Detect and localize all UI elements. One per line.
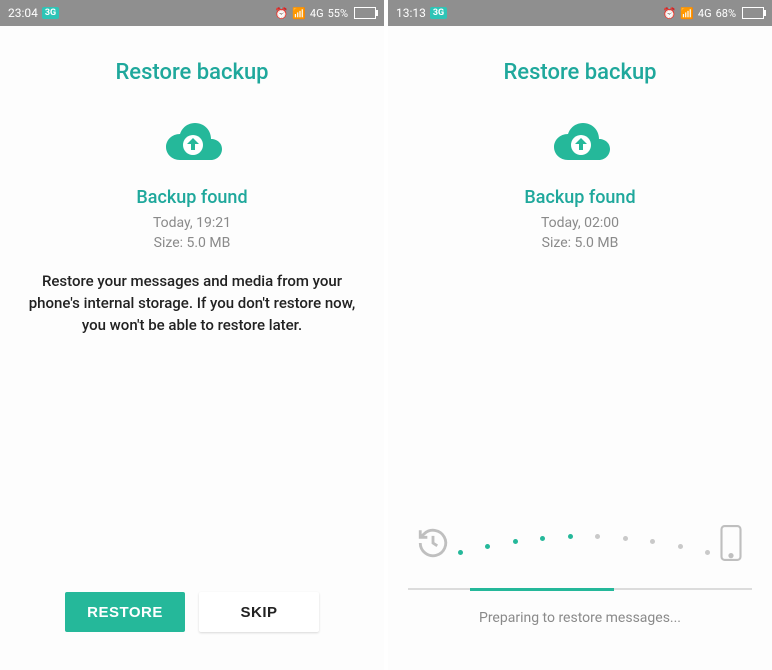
backup-found-label: Backup found	[136, 187, 247, 208]
cloud-upload-icon	[549, 119, 611, 167]
page-title: Restore backup	[503, 60, 656, 85]
progress-status-text: Preparing to restore messages...	[408, 610, 752, 626]
progress-bar	[408, 588, 752, 590]
signal-label: 4G	[698, 7, 712, 20]
backup-date: Today, 19:21	[153, 214, 231, 234]
history-icon	[416, 526, 450, 564]
signal-label: 4G	[310, 7, 324, 20]
status-time: 13:13	[396, 6, 426, 20]
restore-button[interactable]: RESTORE	[65, 592, 185, 632]
alarm-icon: ⏰	[274, 7, 288, 20]
backup-found-label: Backup found	[524, 187, 635, 208]
network-badge: 3G	[42, 7, 59, 19]
wifi-icon: 📶	[292, 7, 306, 20]
status-time: 23:04	[8, 6, 38, 20]
wifi-icon: 📶	[680, 7, 694, 20]
alarm-icon: ⏰	[662, 7, 676, 20]
page-title: Restore backup	[115, 60, 268, 85]
network-badge: 3G	[430, 7, 447, 19]
restore-description: Restore your messages and media from you…	[20, 271, 364, 336]
phone-screen-progress: 13:13 3G ⏰ 📶 4G 68% Restore backup	[388, 0, 772, 670]
phone-screen-initial: 23:04 3G ⏰ 📶 4G 55% Restore backup	[0, 0, 384, 670]
backup-size: Size: 5.0 MB	[154, 234, 231, 254]
battery-icon	[742, 7, 764, 19]
battery-pct: 55%	[328, 7, 348, 20]
battery-pct: 68%	[716, 7, 736, 20]
status-bar: 23:04 3G ⏰ 📶 4G 55%	[0, 0, 384, 26]
skip-button[interactable]: SKIP	[199, 592, 319, 632]
status-bar: 13:13 3G ⏰ 📶 4G 68%	[388, 0, 772, 26]
backup-date: Today, 02:00	[541, 214, 619, 234]
transfer-dots	[450, 535, 718, 555]
battery-icon	[354, 7, 376, 19]
phone-icon	[718, 524, 744, 566]
backup-size: Size: 5.0 MB	[542, 234, 619, 254]
cloud-upload-icon	[161, 119, 223, 167]
progress-fill	[470, 588, 614, 591]
